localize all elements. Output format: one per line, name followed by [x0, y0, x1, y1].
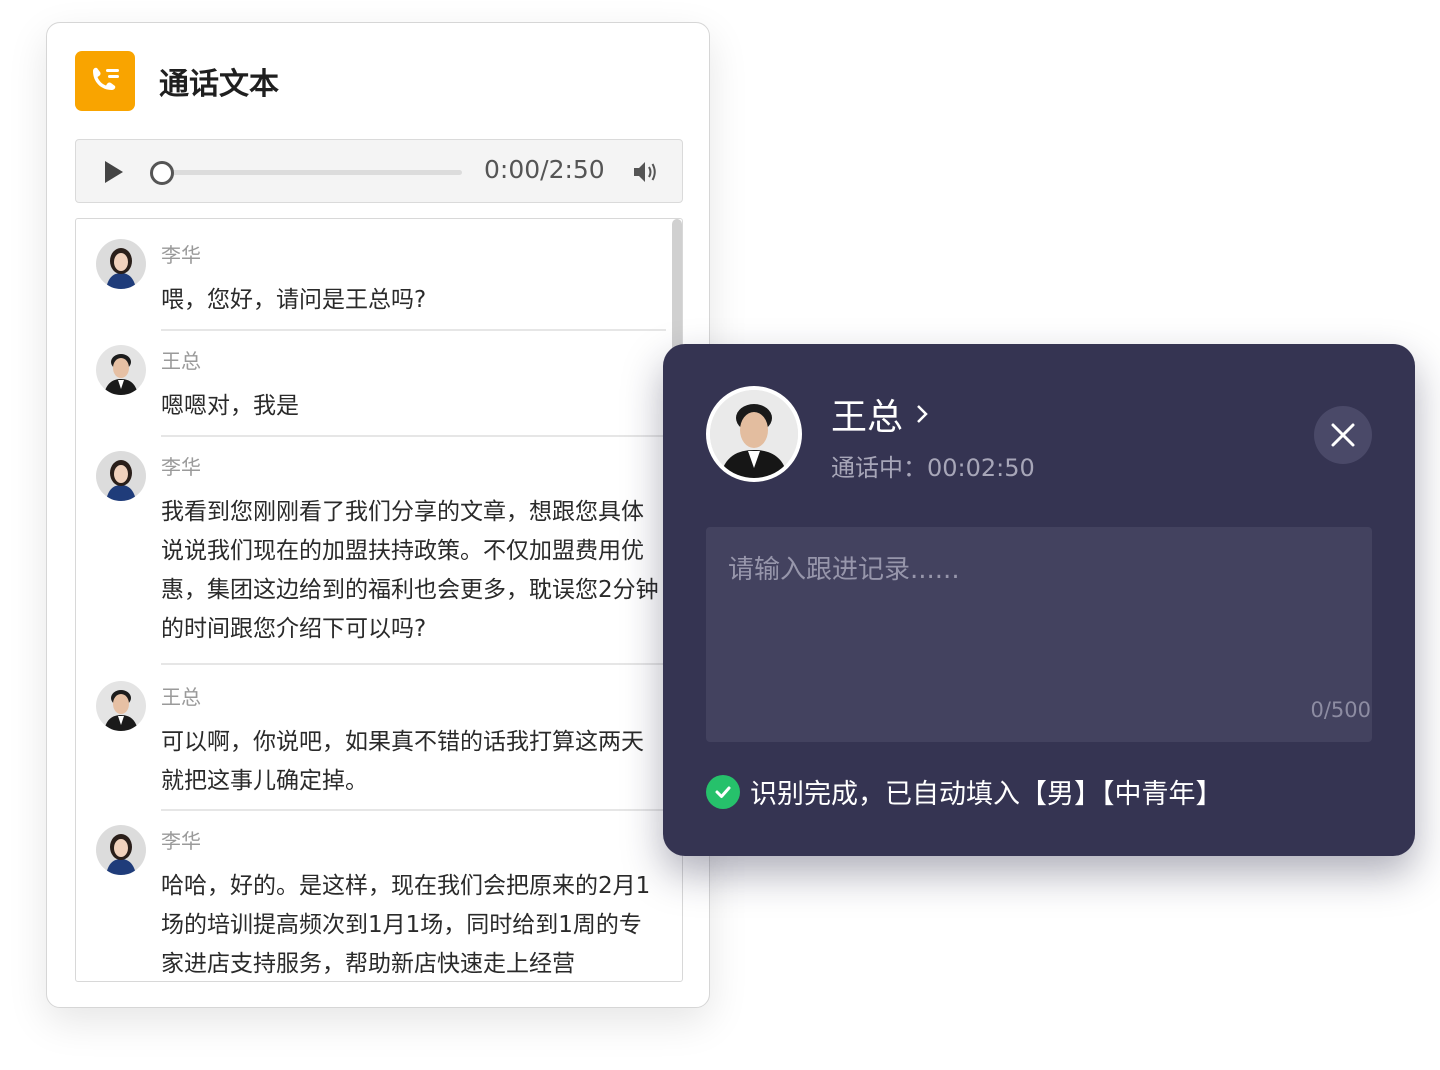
speaker-name: 李华: [161, 455, 201, 479]
speaker-name: 李华: [161, 243, 201, 267]
recognition-text: 识别完成，已自动填入【男】【中青年】: [750, 779, 1223, 810]
volume-icon[interactable]: [632, 159, 660, 185]
message-text: 可以啊，你说吧，如果真不错的话我打算这两天就把这事儿确定掉。: [161, 729, 644, 794]
avatar: [96, 345, 146, 395]
avatar: [96, 825, 146, 875]
chevron-right-icon: [917, 405, 928, 423]
card-header: 通话文本: [75, 51, 279, 111]
time-display: 0:00/2:50: [484, 155, 605, 184]
avatar: [96, 681, 146, 731]
audio-player: 0:00/2:50: [75, 139, 683, 203]
progress-knob[interactable]: [150, 161, 174, 185]
speaker-name: 王总: [161, 685, 201, 709]
chat-list[interactable]: 李华 喂，您好，请问是王总吗? 王总 嗯嗯对，我是 李华 我看到您刚刚看了我们分…: [75, 218, 683, 982]
follow-up-note-input[interactable]: [706, 527, 1372, 742]
list-item: 李华 哈哈，好的。是这样，现在我们会把原来的2月1场的培训提高频次到1月1场，同…: [76, 825, 666, 981]
contact-name-link[interactable]: 王总: [831, 388, 929, 440]
avatar: [96, 239, 146, 289]
play-icon[interactable]: [102, 159, 126, 185]
divider: [161, 663, 666, 665]
contact-name: 王总: [831, 397, 904, 438]
list-item: 李华 我看到您刚刚看了我们分享的文章，想跟您具体说说我们现在的加盟扶持政策。不仅…: [76, 451, 666, 665]
speaker-name: 王总: [161, 349, 201, 373]
list-item: 王总 嗯嗯对，我是: [76, 345, 666, 437]
divider: [161, 809, 666, 811]
list-item: 王总 可以啊，你说吧，如果真不错的话我打算这两天就把这事儿确定掉。: [76, 681, 666, 811]
list-item: 李华 喂，您好，请问是王总吗?: [76, 239, 666, 331]
check-icon: [706, 774, 740, 809]
message-text: 嗯嗯对，我是: [161, 393, 299, 419]
card-title: 通话文本: [159, 67, 279, 102]
transcript-card: 通话文本 0:00/2:50 李华 喂，您好，请问是王总吗? 王总 嗯嗯对，我是…: [46, 22, 710, 1008]
char-counter: 0/500: [1310, 698, 1371, 722]
divider: [161, 329, 666, 331]
message-text: 我看到您刚刚看了我们分享的文章，想跟您具体说说我们现在的加盟扶持政策。不仅加盟费…: [161, 499, 659, 642]
avatar: [96, 451, 146, 501]
progress-slider[interactable]: [150, 161, 462, 185]
speaker-name: 李华: [161, 829, 201, 853]
call-panel: 王总 通话中：00:02:50 0/500 识别完成，已自动填入【男】【中青年】: [663, 344, 1415, 856]
message-text: 哈哈，好的。是这样，现在我们会把原来的2月1场的培训提高频次到1月1场，同时给到…: [161, 873, 651, 977]
message-text: 喂，您好，请问是王总吗?: [161, 287, 427, 313]
call-status: 通话中：00:02:50: [831, 454, 1035, 482]
contact-avatar: [706, 386, 802, 482]
close-icon: [1331, 423, 1355, 447]
phone-list-icon: [75, 51, 135, 111]
divider: [161, 435, 666, 437]
close-button[interactable]: [1314, 406, 1372, 464]
recognition-status: 识别完成，已自动填入【男】【中青年】: [706, 772, 1223, 811]
